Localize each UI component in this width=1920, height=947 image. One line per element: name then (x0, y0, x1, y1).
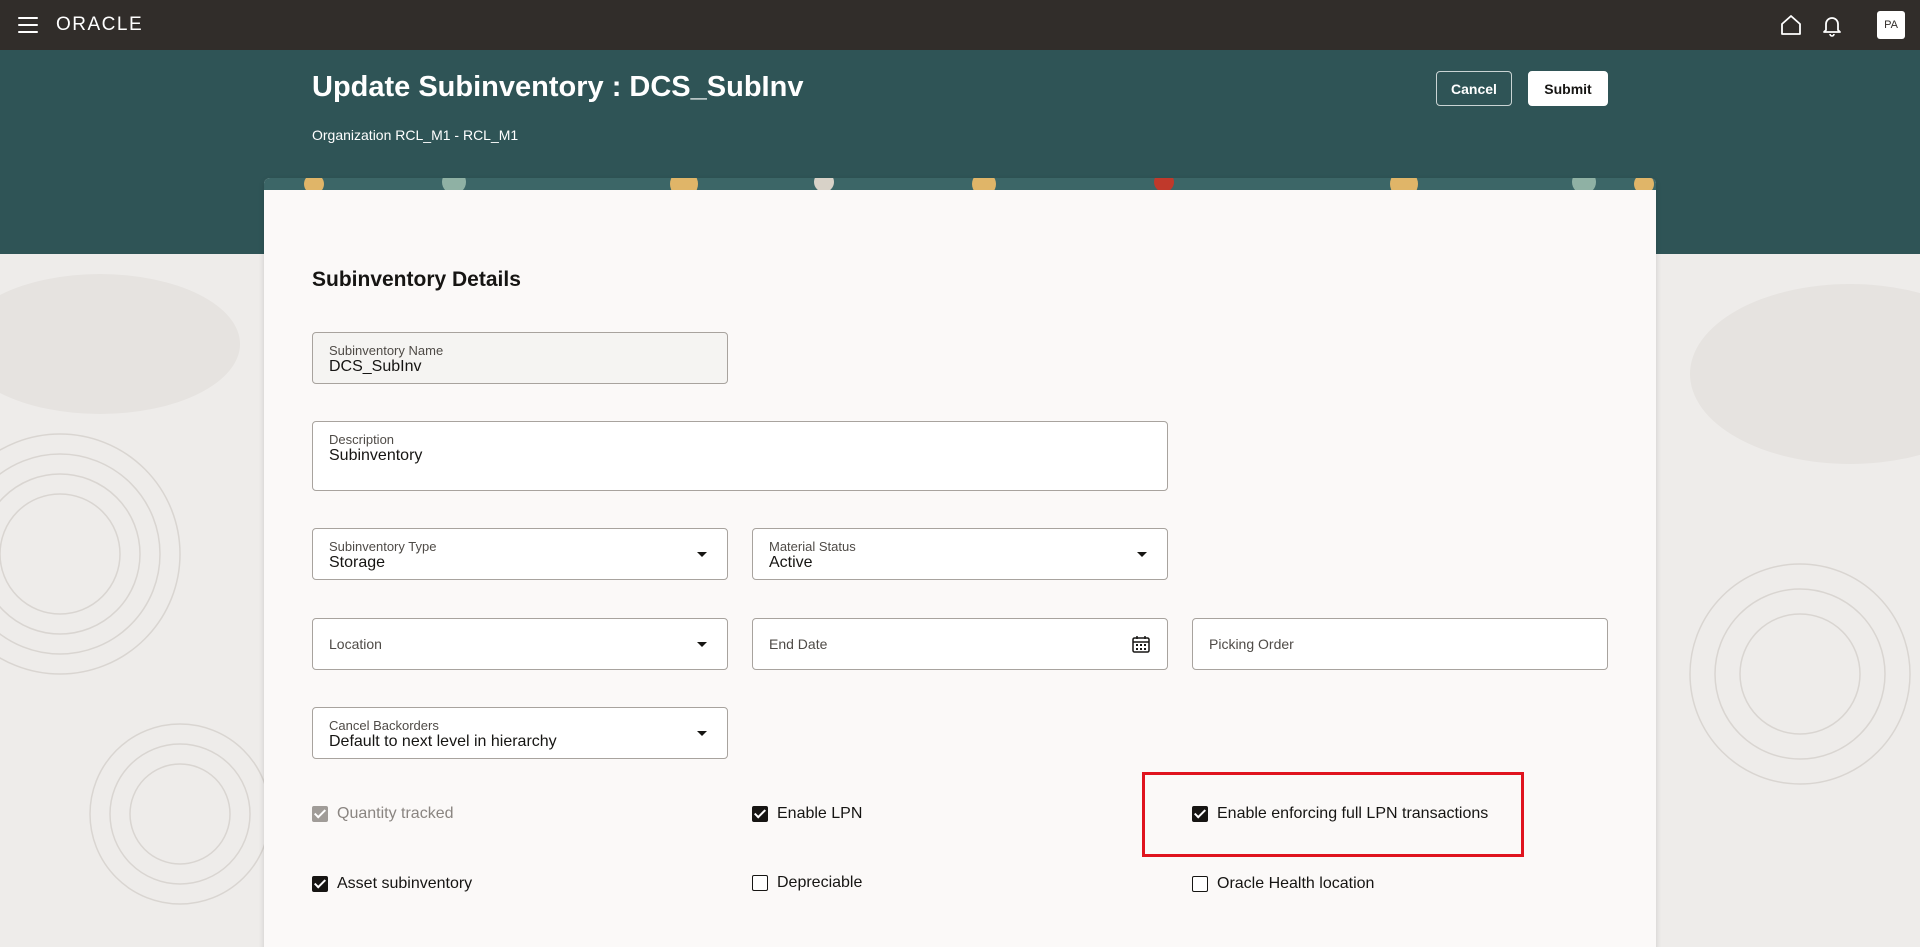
page-title: Update Subinventory : DCS_SubInv (312, 71, 804, 103)
highlight-annotation (1142, 772, 1524, 857)
cancel-backorders-value: Default to next level in hierarchy (329, 733, 557, 750)
cancel-backorders-label: Cancel Backorders (329, 718, 439, 733)
global-header: ORACLE PA (0, 0, 1920, 50)
enable-lpn-label[interactable]: Enable LPN (777, 805, 862, 823)
oracle-health-location-checkbox[interactable]: Oracle Health location (1192, 873, 1374, 895)
subinventory-type-value: Storage (329, 554, 386, 571)
organization-subtitle: Organization RCL_M1 - RCL_M1 (312, 127, 518, 143)
material-status-select[interactable]: Material Status Active (752, 528, 1168, 580)
card-banner-art (264, 178, 1656, 190)
material-status-value: Active (769, 554, 813, 571)
chevron-down-icon[interactable] (697, 552, 707, 557)
asset-subinventory-label[interactable]: Asset subinventory (337, 875, 472, 893)
oracle-health-location-box[interactable] (1192, 876, 1208, 892)
subinventory-name-label: Subinventory Name (329, 343, 444, 358)
submit-button[interactable]: Submit (1528, 71, 1608, 106)
picking-order-placeholder: Picking Order (1209, 636, 1294, 652)
quantity-tracked-checkbox: Quantity tracked (312, 803, 454, 825)
calendar-icon[interactable] (1131, 634, 1151, 654)
user-avatar[interactable]: PA (1877, 11, 1905, 39)
quantity-tracked-box (312, 806, 328, 822)
subinventory-name-field[interactable]: Subinventory Name DCS_SubInv (312, 332, 728, 384)
oracle-health-location-label[interactable]: Oracle Health location (1217, 875, 1374, 893)
subinventory-name-value: DCS_SubInv (329, 358, 422, 375)
oracle-logo: ORACLE (56, 14, 144, 35)
home-icon[interactable] (1778, 12, 1804, 38)
subinventory-type-select[interactable]: Subinventory Type Storage (312, 528, 728, 580)
description-field[interactable]: Description Subinventory (312, 421, 1168, 491)
chevron-down-icon[interactable] (697, 642, 707, 647)
location-placeholder: Location (329, 636, 382, 652)
material-status-label: Material Status (769, 539, 856, 554)
end-date-field[interactable]: End Date (752, 618, 1168, 670)
chevron-down-icon[interactable] (697, 731, 707, 736)
chevron-down-icon[interactable] (1137, 552, 1147, 557)
enable-lpn-checkbox[interactable]: Enable LPN (752, 803, 862, 825)
cancel-backorders-select[interactable]: Cancel Backorders Default to next level … (312, 707, 728, 759)
depreciable-label[interactable]: Depreciable (777, 874, 862, 892)
organization-label: Organization (312, 127, 392, 143)
cancel-button[interactable]: Cancel (1436, 71, 1512, 106)
picking-order-field[interactable]: Picking Order (1192, 618, 1608, 670)
depreciable-box[interactable] (752, 875, 768, 891)
organization-value: RCL_M1 - RCL_M1 (395, 127, 519, 143)
enable-lpn-box[interactable] (752, 806, 768, 822)
asset-subinventory-box[interactable] (312, 876, 328, 892)
section-title: Subinventory Details (312, 268, 521, 291)
subinventory-type-label: Subinventory Type (329, 539, 437, 554)
end-date-placeholder: End Date (769, 636, 828, 652)
description-label: Description (329, 432, 395, 447)
quantity-tracked-label: Quantity tracked (337, 805, 454, 822)
depreciable-checkbox[interactable]: Depreciable (752, 872, 862, 894)
description-value: Subinventory (329, 447, 423, 464)
location-select[interactable]: Location (312, 618, 728, 670)
asset-subinventory-checkbox[interactable]: Asset subinventory (312, 873, 472, 895)
menu-icon[interactable] (18, 17, 38, 33)
notifications-icon[interactable] (1819, 12, 1845, 38)
